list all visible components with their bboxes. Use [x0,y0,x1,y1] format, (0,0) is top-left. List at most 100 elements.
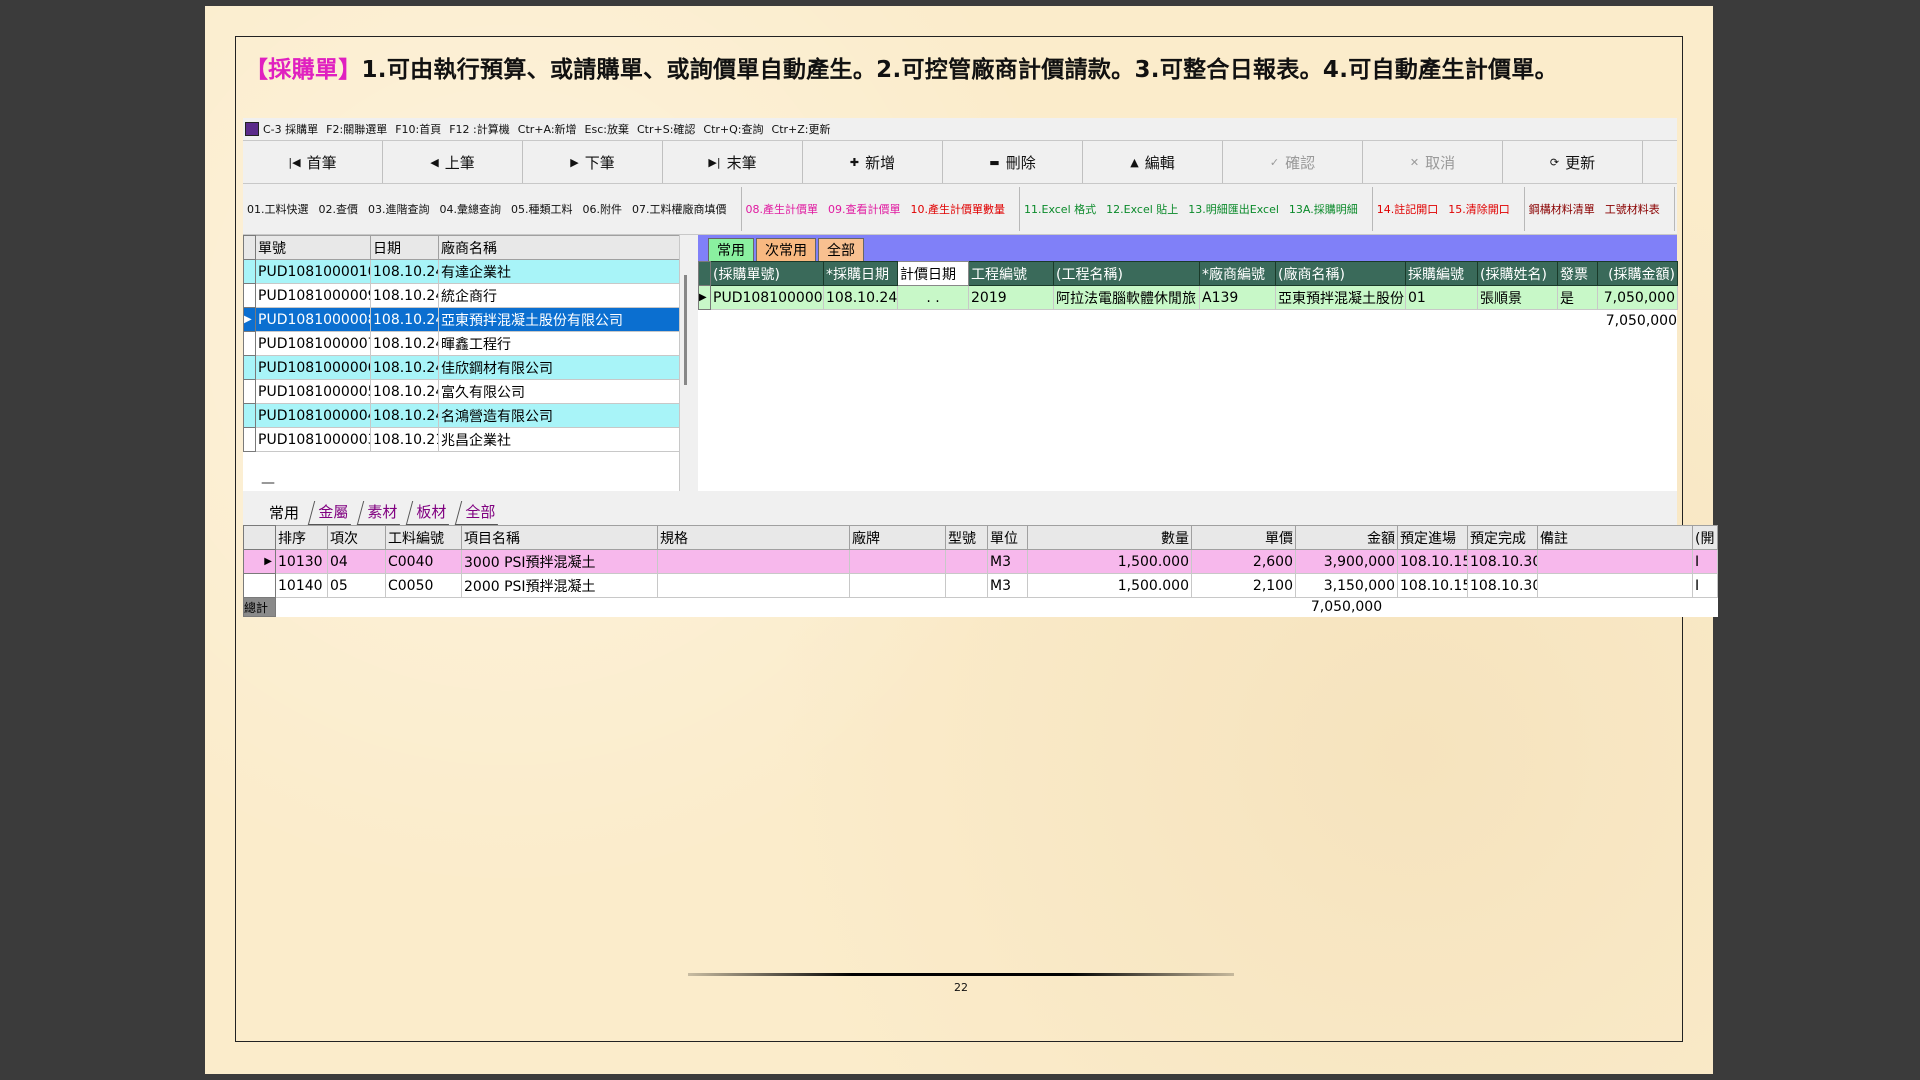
last-record-button[interactable]: ▶| 末筆 [663,141,803,183]
shortcut-hint: F12 :計算機 [449,123,510,136]
col-header[interactable]: (採購金額) [1597,261,1678,286]
func-view-valuation[interactable]: 09.查看計價單 [828,201,901,217]
col-header[interactable]: (工程名稱) [1053,261,1200,286]
prev-record-button[interactable]: ◀ 上筆 [383,141,523,183]
col-header[interactable]: 備註 [1537,525,1693,550]
app-icon [245,122,259,136]
tab-secondary[interactable]: 次常用 [756,238,816,261]
col-header[interactable]: *採購日期 [823,261,898,286]
col-header[interactable]: 型號 [945,525,988,550]
function-toolbar: 01.工料快選 02.查價 03.進階查詢 04.彙總查詢 05.種類工料 06… [243,184,1677,235]
table-row[interactable]: PUD1081000006 108.10.24 佳欣鋼材有限公司 [243,355,681,380]
shortcut-hint: Esc:放棄 [584,123,629,136]
table-row[interactable]: PUD1081000004 108.10.24 名鴻營造有限公司 [243,403,681,428]
edit-button[interactable]: ▲ 編輯 [1083,141,1223,183]
refresh-button[interactable]: ⟳ 更新 [1503,141,1643,183]
func-price-check[interactable]: 02.查價 [319,201,359,217]
func-mark-opening[interactable]: 14.註記開口 [1377,201,1439,217]
table-row[interactable]: PUD1081000010 108.10.24 有達企業社 [243,259,681,284]
table-row-selected[interactable]: ▶ 10130 04 C0040 3000 PSI預拌混凝土 M3 1,500.… [243,549,1718,574]
page-number: 22 [954,981,968,994]
func-excel-paste[interactable]: 12.Excel 貼上 [1106,201,1178,217]
tab-all[interactable]: 全部 [818,238,864,261]
func-purchase-detail[interactable]: 13A.採購明細 [1289,201,1358,217]
tab-detail-common[interactable]: 常用 [263,502,305,525]
next-record-button[interactable]: ▶ 下筆 [523,141,663,183]
col-header-vendor[interactable]: 廠商名稱 [438,235,681,260]
order-list-grid: 單號 日期 廠商名稱 PUD1081000010 108.10.24 有達企業社… [243,235,681,491]
col-header[interactable]: (採購單號) [710,261,824,286]
first-record-button[interactable]: |◀ 首筆 [243,141,383,183]
col-header[interactable]: (開 [1692,525,1718,550]
col-header[interactable]: (廠商名稱) [1275,261,1406,286]
col-header-order-no[interactable]: 單號 [255,235,371,260]
func-advanced-query[interactable]: 03.進階查詢 [368,201,430,217]
col-header[interactable]: 預定進場 [1397,525,1468,550]
col-header[interactable]: 發票 [1557,261,1598,286]
col-header[interactable]: *廠商編號 [1199,261,1276,286]
table-row[interactable]: PUD1081000003 108.10.21 兆昌企業社 [243,427,681,452]
col-header[interactable]: 數量 [1027,525,1192,550]
heading-tag: 【採購單】 [245,57,362,83]
header-total: 7,050,000 [1605,313,1677,329]
col-header-date[interactable]: 日期 [370,235,439,260]
col-header[interactable]: 金額 [1295,525,1398,550]
func-clear-opening[interactable]: 15.清除開口 [1448,201,1510,217]
func-steel-material-list[interactable]: 鋼構材料清單 [1529,201,1595,217]
col-header[interactable]: 單位 [987,525,1028,550]
cancel-button[interactable]: ✕ 取消 [1363,141,1503,183]
scrollbar-thumb[interactable] [684,275,687,385]
function-group-opening: 14.註記開口 15.清除開口 [1373,187,1525,231]
title-bar: C-3 採購單 F2:關聯選單 F10:首頁 F12 :計算機 Ctr+A:新增… [243,118,1677,140]
row-indicator-header [243,235,256,260]
minus-icon: ▬ [989,155,1000,169]
add-button[interactable]: ✚ 新增 [803,141,943,183]
upper-panel: 單號 日期 廠商名稱 PUD1081000010 108.10.24 有達企業社… [243,235,1678,491]
col-header[interactable]: 單價 [1191,525,1296,550]
check-icon: ✓ [1269,155,1280,169]
current-row-marker-icon: ▶ [243,307,256,332]
table-row[interactable]: PUD1081000007 108.10.24 暉鑫工程行 [243,331,681,356]
func-attachment[interactable]: 06.附件 [583,201,623,217]
delete-button[interactable]: ▬ 刪除 [943,141,1083,183]
tab-detail-board[interactable]: 板材 [405,501,456,525]
tab-detail-raw[interactable]: 素材 [356,501,407,525]
order-list-scrollbar[interactable] [679,235,696,491]
func-excel-format[interactable]: 11.Excel 格式 [1024,201,1096,217]
col-header[interactable]: 項目名稱 [461,525,658,550]
func-generate-valuation[interactable]: 08.產生計價單 [746,201,819,217]
table-row[interactable]: PUD1081000005 108.10.24 富久有限公司 [243,379,681,404]
col-header[interactable]: 工料編號 [385,525,462,550]
table-row[interactable]: 10140 05 C0050 2000 PSI預拌混凝土 M3 1,500.00… [243,573,1718,598]
confirm-button[interactable]: ✓ 確認 [1223,141,1363,183]
col-header[interactable]: 廠牌 [849,525,946,550]
plus-icon: ✚ [849,155,860,169]
tab-detail-metal[interactable]: 金屬 [307,501,358,525]
col-header[interactable]: (採購姓名) [1477,261,1558,286]
table-row[interactable]: ▶ PUD1081000008 108.10.24 . . 2019 阿拉法電腦… [698,285,1678,310]
func-summary-query[interactable]: 04.彙總查詢 [440,201,502,217]
func-quick-select[interactable]: 01.工料快選 [247,201,309,217]
func-category-material[interactable]: 05.種類工料 [511,201,573,217]
col-header[interactable]: 規格 [657,525,850,550]
func-job-material-table[interactable]: 工號材料表 [1605,201,1660,217]
col-header[interactable]: 工程編號 [968,261,1054,286]
col-header[interactable]: 項次 [327,525,386,550]
tab-detail-all[interactable]: 全部 [454,501,505,525]
order-header-pane: 常用 次常用 全部 (採購單號) *採購日期 計價日期 工程編號 (工程名稱) … [698,235,1678,491]
slide-heading: 【採購單】1.可由執行預算、或請購單、或詢價單自動產生。2.可控管廠商計價請款。… [245,50,1558,84]
table-row-selected[interactable]: ▶ PUD1081000008 108.10.24 亞東預拌混凝土股份有限公司 [243,307,681,332]
func-export-excel[interactable]: 13.明細匯出Excel [1188,201,1279,217]
col-header[interactable]: 計價日期 [897,261,969,286]
tab-common[interactable]: 常用 [708,238,754,261]
col-header[interactable]: 採購編號 [1405,261,1478,286]
toolbar-overflow [1643,141,1677,183]
shortcut-hint: Ctr+Z:更新 [771,123,831,136]
col-header[interactable]: 預定完成 [1467,525,1538,550]
order-header-table: (採購單號) *採購日期 計價日期 工程編號 (工程名稱) *廠商編號 (廠商名… [698,261,1678,310]
func-vendor-price-fill[interactable]: 07.工料權廠商填價 [632,201,727,217]
func-valuation-quantity[interactable]: 10.產生計價單數量 [911,201,1006,217]
col-header[interactable]: 排序 [275,525,328,550]
detail-total-row: 總計 7,050,000 [243,597,1718,617]
table-row[interactable]: PUD1081000009 108.10.24 統企商行 [243,283,681,308]
